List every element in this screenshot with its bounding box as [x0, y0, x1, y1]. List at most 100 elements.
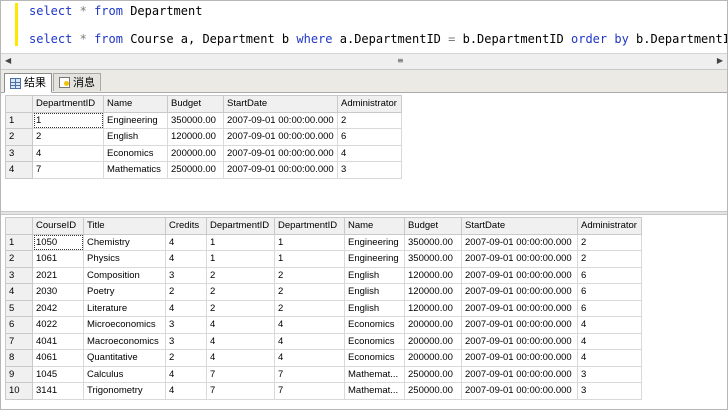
table-cell[interactable]: 7 — [274, 382, 345, 400]
table-cell[interactable]: 2007-09-01 00:00:00.000 — [223, 161, 338, 179]
table-cell[interactable]: 2007-09-01 00:00:00.000 — [223, 144, 338, 162]
table-cell[interactable]: 4 — [32, 144, 104, 162]
table-cell[interactable]: 4 — [165, 250, 207, 268]
table-cell[interactable]: 1 — [274, 250, 345, 268]
table-cell[interactable]: 120000.00 — [404, 266, 462, 284]
column-header[interactable]: StartDate — [461, 217, 578, 235]
table-cell[interactable]: 4 — [577, 316, 642, 334]
table-cell[interactable]: 2007-09-01 00:00:00.000 — [223, 111, 338, 129]
table-cell[interactable]: 1 — [32, 111, 104, 129]
table-cell[interactable]: 4 — [274, 316, 345, 334]
table-cell[interactable]: 250000.00 — [404, 382, 462, 400]
table-cell[interactable]: Calculus — [83, 365, 166, 383]
row-number[interactable]: 2 — [5, 128, 33, 146]
table-cell[interactable]: 2 — [206, 283, 275, 301]
row-number[interactable]: 10 — [5, 382, 33, 400]
table-cell[interactable]: 2 — [577, 250, 642, 268]
grid-corner[interactable] — [5, 95, 33, 113]
table-cell[interactable]: 4 — [274, 332, 345, 350]
table-cell[interactable]: 3141 — [32, 382, 84, 400]
tab-messages[interactable]: 消息 — [53, 73, 101, 91]
row-number[interactable]: 2 — [5, 250, 33, 268]
table-row[interactable]: 2 2 English 120000.00 2007-09-01 00:00:00.00… — [5, 128, 402, 146]
table-cell[interactable]: 4 — [165, 233, 207, 251]
column-header[interactable]: DepartmentID — [32, 95, 104, 113]
table-cell[interactable]: 2007-09-01 00:00:00.000 — [461, 233, 578, 251]
table-cell[interactable]: 250000.00 — [404, 365, 462, 383]
column-header[interactable]: Name — [103, 95, 168, 113]
table-cell[interactable]: Economics — [344, 316, 405, 334]
sql-line-1[interactable]: select * from Department — [29, 4, 202, 18]
row-number[interactable]: 9 — [5, 365, 33, 383]
table-cell[interactable]: 350000.00 — [167, 111, 224, 129]
table-cell[interactable]: Quantitative — [83, 349, 166, 367]
table-cell[interactable]: 1050 — [32, 233, 84, 251]
table-cell[interactable]: Economics — [344, 332, 405, 350]
table-cell[interactable]: 2021 — [32, 266, 84, 284]
column-header[interactable]: Administrator — [337, 95, 402, 113]
table-cell[interactable]: 2007-09-01 00:00:00.000 — [461, 365, 578, 383]
editor-horizontal-scrollbar[interactable]: ◀ ≡ ▶ — [1, 53, 727, 70]
table-cell[interactable]: 350000.00 — [404, 250, 462, 268]
table-cell[interactable]: 1045 — [32, 365, 84, 383]
table-cell[interactable]: 4 — [274, 349, 345, 367]
table-cell[interactable]: Engineering — [344, 233, 405, 251]
table-cell[interactable]: 120000.00 — [404, 283, 462, 301]
column-header[interactable]: DepartmentID — [274, 217, 345, 235]
table-cell[interactable]: Economics — [103, 144, 168, 162]
column-header[interactable]: Credits — [165, 217, 207, 235]
table-cell[interactable]: Mathematics — [103, 161, 168, 179]
row-number[interactable]: 7 — [5, 332, 33, 350]
table-row[interactable]: 4 2030 Poetry 2 2 2 English 120000.00 2007-09-01… — [5, 283, 642, 301]
table-cell[interactable]: English — [344, 266, 405, 284]
table-cell[interactable]: 1061 — [32, 250, 84, 268]
table-cell[interactable]: Mathemat... — [344, 382, 405, 400]
table-row[interactable]: 9 1045 Calculus 4 7 7 Mathemat... 250000.00 2007… — [5, 365, 642, 383]
table-cell[interactable]: 7 — [206, 382, 275, 400]
table-cell[interactable]: 4 — [165, 365, 207, 383]
table-cell[interactable]: 200000.00 — [167, 144, 224, 162]
column-header[interactable]: Title — [83, 217, 166, 235]
table-row[interactable]: 10 3141 Trigonometry 4 7 7 Mathemat... 250000.0… — [5, 382, 642, 400]
table-row[interactable]: 4 7 Mathematics 250000.00 2007-09-01 00:00:0… — [5, 161, 402, 179]
row-number[interactable]: 6 — [5, 316, 33, 334]
table-cell[interactable]: 4 — [337, 144, 402, 162]
table-cell[interactable]: 3 — [337, 161, 402, 179]
table-cell[interactable]: 3 — [165, 332, 207, 350]
table-cell[interactable]: 2 — [274, 283, 345, 301]
table-cell[interactable]: Microeconomics — [83, 316, 166, 334]
table-cell[interactable]: 2030 — [32, 283, 84, 301]
table-cell[interactable]: 2 — [165, 349, 207, 367]
table-row[interactable]: 6 4022 Microeconomics 3 4 4 Economics 200000.00… — [5, 316, 642, 334]
table-cell[interactable]: 2007-09-01 00:00:00.000 — [461, 349, 578, 367]
table-row[interactable]: 2 1061 Physics 4 1 1 Engineering 350000.00 2007-… — [5, 250, 642, 268]
table-cell[interactable]: 7 — [274, 365, 345, 383]
table-row[interactable]: 7 4041 Macroeconomics 3 4 4 Economics 200000.00… — [5, 332, 642, 350]
table-cell[interactable]: 2007-09-01 00:00:00.000 — [461, 382, 578, 400]
column-header[interactable]: StartDate — [223, 95, 338, 113]
table-cell[interactable]: 2007-09-01 00:00:00.000 — [461, 299, 578, 317]
table-cell[interactable]: 2007-09-01 00:00:00.000 — [461, 266, 578, 284]
column-header[interactable]: Budget — [404, 217, 462, 235]
column-header[interactable]: Budget — [167, 95, 224, 113]
table-cell[interactable]: 2042 — [32, 299, 84, 317]
table-row[interactable]: 1 1 Engineering 350000.00 2007-09-01 00:00:0… — [5, 111, 402, 129]
table-cell[interactable]: 350000.00 — [404, 233, 462, 251]
sql-line-2[interactable]: select * from Course a, Department b whe… — [29, 32, 727, 46]
table-cell[interactable]: 2 — [274, 299, 345, 317]
table-cell[interactable]: 120000.00 — [404, 299, 462, 317]
table-cell[interactable]: 4 — [577, 349, 642, 367]
row-number[interactable]: 1 — [5, 111, 33, 129]
table-cell[interactable]: 4 — [165, 299, 207, 317]
table-cell[interactable]: 2 — [32, 128, 104, 146]
table-row[interactable]: 8 4061 Quantitative 2 4 4 Economics 200000.00 20… — [5, 349, 642, 367]
table-cell[interactable]: 3 — [577, 365, 642, 383]
table-cell[interactable]: 2 — [337, 111, 402, 129]
table-cell[interactable]: 4 — [206, 332, 275, 350]
table-cell[interactable]: Mathemat... — [344, 365, 405, 383]
scrollbar-grip-icon[interactable]: ≡ — [397, 57, 404, 65]
grid-corner[interactable] — [5, 217, 33, 235]
table-cell[interactable]: 4061 — [32, 349, 84, 367]
table-cell[interactable]: 200000.00 — [404, 349, 462, 367]
table-cell[interactable]: Trigonometry — [83, 382, 166, 400]
